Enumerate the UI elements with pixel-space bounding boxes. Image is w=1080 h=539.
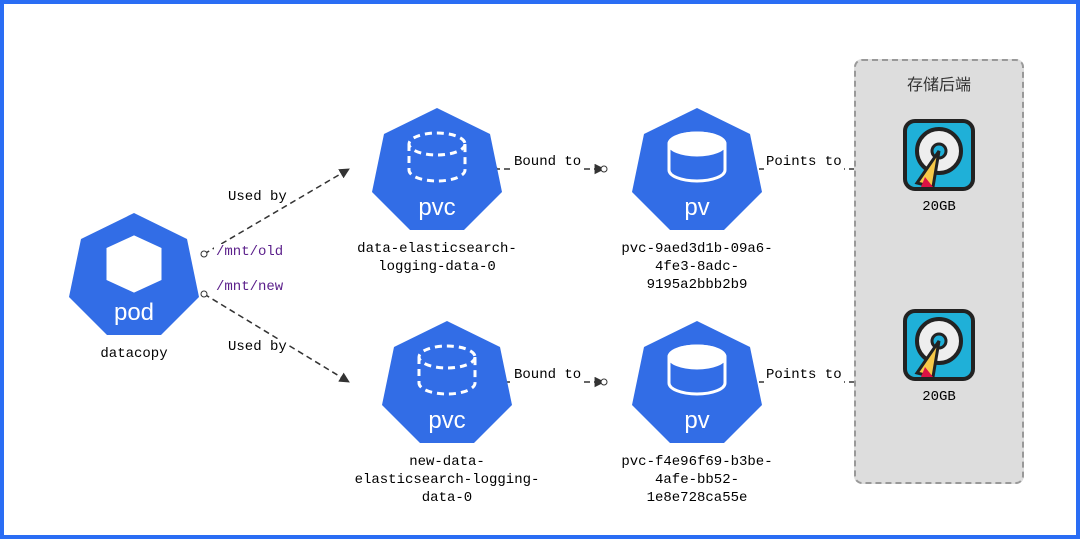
- pvc-name-2: new-data-elasticsearch-logging-data-0: [352, 453, 542, 508]
- disk-icon: [899, 305, 979, 385]
- edge-mount-old: /mnt/old: [214, 244, 285, 260]
- edge-used-by-2: Used by: [226, 339, 289, 355]
- pv-kind-2: pv: [684, 407, 709, 435]
- disk-size-2: 20GB: [922, 389, 956, 405]
- disk-1: 20GB: [899, 115, 979, 215]
- pod-heptagon: pod: [64, 209, 204, 339]
- disk-size-1: 20GB: [922, 199, 956, 215]
- pvc-name-1: data-elasticsearch-logging-data-0: [352, 240, 522, 276]
- pvc-node-2: pvc new-data-elasticsearch-logging-data-…: [352, 317, 542, 508]
- pv-node-1: pv pvc-9aed3d1b-09a6-4fe3-8adc-9195a2bbb…: [607, 104, 787, 295]
- disk-icon: [899, 115, 979, 195]
- pv-kind-1: pv: [684, 194, 709, 222]
- pod-node: pod datacopy: [64, 209, 204, 363]
- pod-kind: pod: [114, 299, 154, 327]
- pod-name: datacopy: [100, 345, 167, 363]
- storage-backend-panel: 存储后端 20GB 20GB: [854, 59, 1024, 484]
- storage-title: 存储后端: [907, 71, 971, 95]
- edge-mount-new: /mnt/new: [214, 279, 285, 295]
- disk-2: 20GB: [899, 305, 979, 405]
- pv-node-2: pv pvc-f4e96f69-b3be-4afe-bb52-1e8e728ca…: [607, 317, 787, 508]
- pv-name-2: pvc-f4e96f69-b3be-4afe-bb52-1e8e728ca55e: [607, 453, 787, 508]
- pv-name-1: pvc-9aed3d1b-09a6-4fe3-8adc-9195a2bbb2b9: [607, 240, 787, 295]
- pvc-kind-2: pvc: [428, 407, 465, 435]
- pvc-kind-1: pvc: [418, 194, 455, 222]
- pvc-node-1: pvc data-elasticsearch-logging-data-0: [352, 104, 522, 276]
- edge-bound-to-1: Bound to: [512, 154, 583, 170]
- edge-used-by-1: Used by: [226, 189, 289, 205]
